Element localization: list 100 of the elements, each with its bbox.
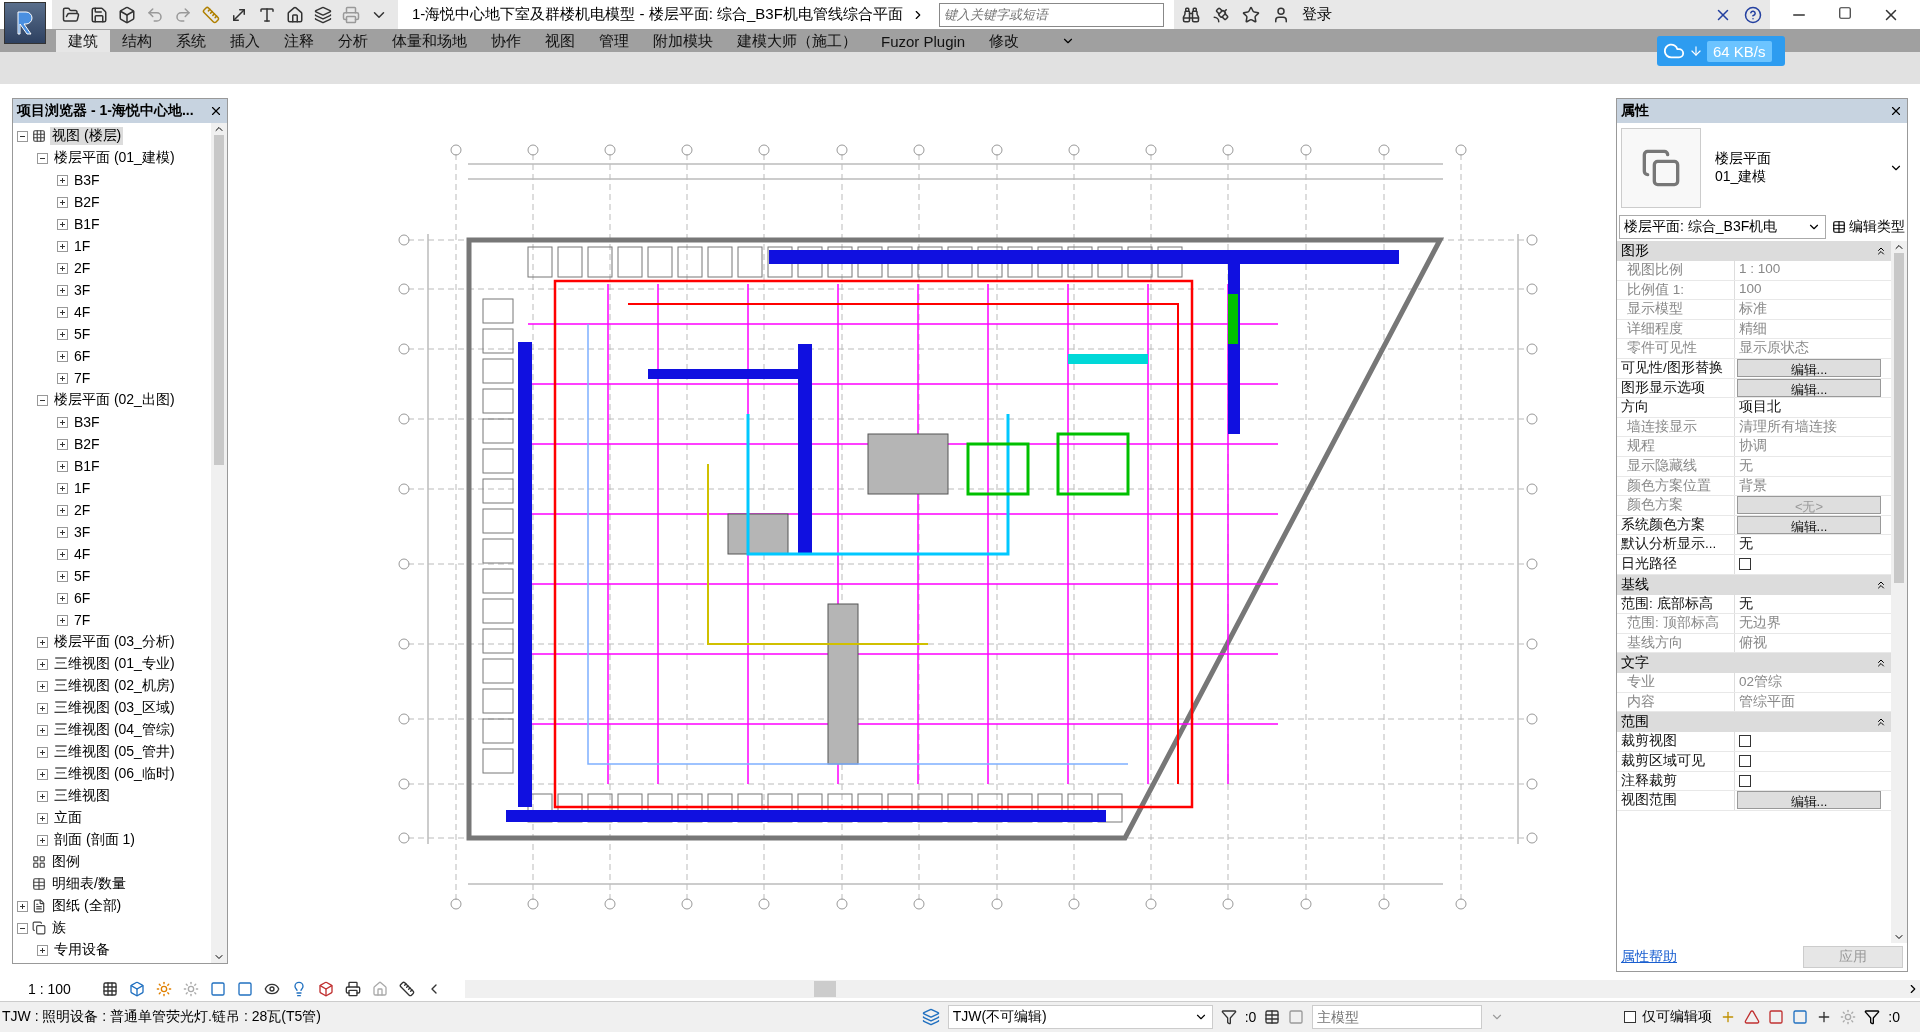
expand-toggle-icon[interactable] <box>57 570 68 582</box>
expand-toggle-icon[interactable] <box>37 680 48 692</box>
close-icon[interactable] <box>209 104 223 118</box>
tree-item[interactable]: 三维视图 (02_机房) <box>52 677 177 695</box>
ribbon-tab[interactable]: Fuzor Plugin <box>869 30 978 52</box>
ribbon-tab[interactable]: 修改 <box>977 30 1032 52</box>
expand-toggle-icon[interactable] <box>57 196 68 208</box>
scroll-thumb[interactable] <box>814 981 837 997</box>
tree-item[interactable]: 楼层平面 (01_建模) <box>52 149 177 167</box>
ribbon-tab[interactable]: 建筑 <box>56 30 110 52</box>
tree-item[interactable]: 剖面 (剖面 1) <box>52 831 137 849</box>
tree-item[interactable]: 楼层平面 (02_出图) <box>52 391 177 409</box>
ribbon-tab[interactable]: 插入 <box>218 30 272 52</box>
ribbon-tab[interactable]: 系统 <box>164 30 218 52</box>
ribbon-tab[interactable]: 附加模块 <box>641 30 725 52</box>
expand-toggle-icon[interactable] <box>57 614 68 626</box>
tree-item[interactable]: 图纸 (全部) <box>50 897 124 915</box>
ribbon-tab[interactable]: 管理 <box>587 30 641 52</box>
expand-toggle-icon[interactable] <box>57 218 68 230</box>
ribbon-tab[interactable]: 视图 <box>533 30 587 52</box>
tree-item[interactable]: 楼层平面 (03_分析) <box>52 633 177 651</box>
checkbox[interactable] <box>1624 1011 1637 1023</box>
expand-toggle-icon[interactable] <box>57 240 68 252</box>
expand-toggle-icon[interactable] <box>57 350 68 362</box>
scroll-thumb[interactable] <box>214 135 224 465</box>
collapse-toggle-icon[interactable] <box>37 394 48 406</box>
help-link[interactable]: 属性帮助 <box>1621 948 1677 966</box>
ribbon-tab[interactable]: 分析 <box>326 30 380 52</box>
tree-item[interactable]: 三维视图 (06_临时) <box>52 765 177 783</box>
sun-path-icon[interactable] <box>155 981 172 997</box>
login-link[interactable]: 登录 <box>1301 5 1332 24</box>
open-icon[interactable] <box>62 5 80 24</box>
collapse-icon[interactable] <box>1875 716 1887 729</box>
expand-toggle-icon[interactable] <box>57 328 68 340</box>
checkbox[interactable] <box>1739 735 1751 748</box>
edit-button[interactable]: 编辑... <box>1737 791 1881 810</box>
expand-toggle-icon[interactable] <box>37 658 48 670</box>
expand-toggle-icon[interactable] <box>57 548 68 560</box>
favorites-icon[interactable] <box>1241 5 1260 24</box>
measure-icon[interactable] <box>202 5 220 24</box>
tree-item[interactable]: B3F <box>72 172 102 188</box>
tree-item[interactable]: 7F <box>72 370 93 386</box>
expand-toggle-icon[interactable] <box>57 262 68 274</box>
expand-toggle-icon[interactable] <box>57 592 68 604</box>
expand-toggle-icon[interactable] <box>37 636 48 648</box>
tree-item[interactable]: 族 <box>50 919 68 937</box>
tree-item[interactable]: B1F <box>72 458 102 474</box>
expand-toggle-icon[interactable] <box>57 438 68 450</box>
tree-item[interactable]: 2F <box>72 260 93 276</box>
ribbon-tab[interactable]: 协作 <box>479 30 533 52</box>
tree-item[interactable]: 三维视图 (04_管综) <box>52 721 177 739</box>
tree-item[interactable]: 明细表/数量 <box>50 875 128 893</box>
tree-item[interactable]: 3F <box>72 282 93 298</box>
expand-toggle-icon[interactable] <box>37 724 48 736</box>
ribbon-tab[interactable]: 结构 <box>110 30 164 52</box>
tree-item[interactable]: 6F <box>72 348 93 364</box>
tree-item[interactable]: 三维视图 (05_管井) <box>52 743 177 761</box>
tree-item[interactable]: 1F <box>72 238 93 254</box>
tree-item[interactable]: 立面 <box>52 809 84 827</box>
collapse-icon[interactable] <box>1875 245 1887 257</box>
expand-toggle-icon[interactable] <box>57 482 68 494</box>
expand-toggle-icon[interactable] <box>37 812 48 824</box>
tree-item[interactable]: 2F <box>72 502 93 518</box>
collapse-toggle-icon[interactable] <box>17 130 28 142</box>
tree-item[interactable]: 三维视图 (01_专业) <box>52 655 177 673</box>
expand-toggle-icon[interactable] <box>57 174 68 186</box>
tree-item[interactable]: 4F <box>72 546 93 562</box>
maximize-icon[interactable] <box>1838 5 1852 20</box>
expand-toggle-icon[interactable] <box>37 768 48 780</box>
editable-only-toggle[interactable]: 仅可编辑项 <box>1620 1008 1713 1026</box>
subscription-icon[interactable] <box>1211 5 1230 24</box>
tree-item[interactable]: 图例 <box>50 853 82 871</box>
expand-toggle-icon[interactable] <box>57 306 68 318</box>
expand-toggle-icon[interactable] <box>37 834 48 846</box>
expand-toggle-icon[interactable] <box>57 372 68 384</box>
search-field[interactable]: 键入关键字或短语 <box>938 2 1164 27</box>
tree-item[interactable]: B2F <box>72 194 102 210</box>
workset-dropdown[interactable]: TJW(不可编辑) <box>947 1005 1213 1029</box>
scrollbar[interactable] <box>1891 241 1907 943</box>
help-icon[interactable] <box>1744 5 1762 24</box>
ribbon-tab[interactable]: 注释 <box>272 30 326 52</box>
tree-item[interactable]: B1F <box>72 216 102 232</box>
expand-toggle-icon[interactable] <box>57 284 68 296</box>
scrollbar[interactable] <box>211 123 227 963</box>
tree-item[interactable]: 7F <box>72 612 93 628</box>
text-icon[interactable] <box>258 5 276 24</box>
edit-type-button[interactable]: 编辑类型 <box>1832 218 1905 236</box>
search-icon[interactable] <box>1181 5 1200 24</box>
tree-item[interactable]: B3F <box>72 414 102 430</box>
collapse-icon[interactable] <box>1875 657 1887 670</box>
scroll-thumb[interactable] <box>1894 253 1904 583</box>
expand-toggle-icon[interactable] <box>37 790 48 802</box>
tree-item[interactable]: 专用设备 <box>52 941 112 959</box>
horizontal-scrollbar[interactable] <box>464 980 1920 998</box>
tree-item[interactable]: 1F <box>72 480 93 496</box>
view-selector[interactable]: 楼层平面: 综合_B3F机电 <box>1619 215 1826 239</box>
collapse-toggle-icon[interactable] <box>37 152 48 164</box>
expand-toggle-icon[interactable] <box>37 944 48 956</box>
expand-toggle-icon[interactable] <box>37 702 48 714</box>
design-option-field[interactable]: 主模型 <box>1312 1005 1483 1029</box>
